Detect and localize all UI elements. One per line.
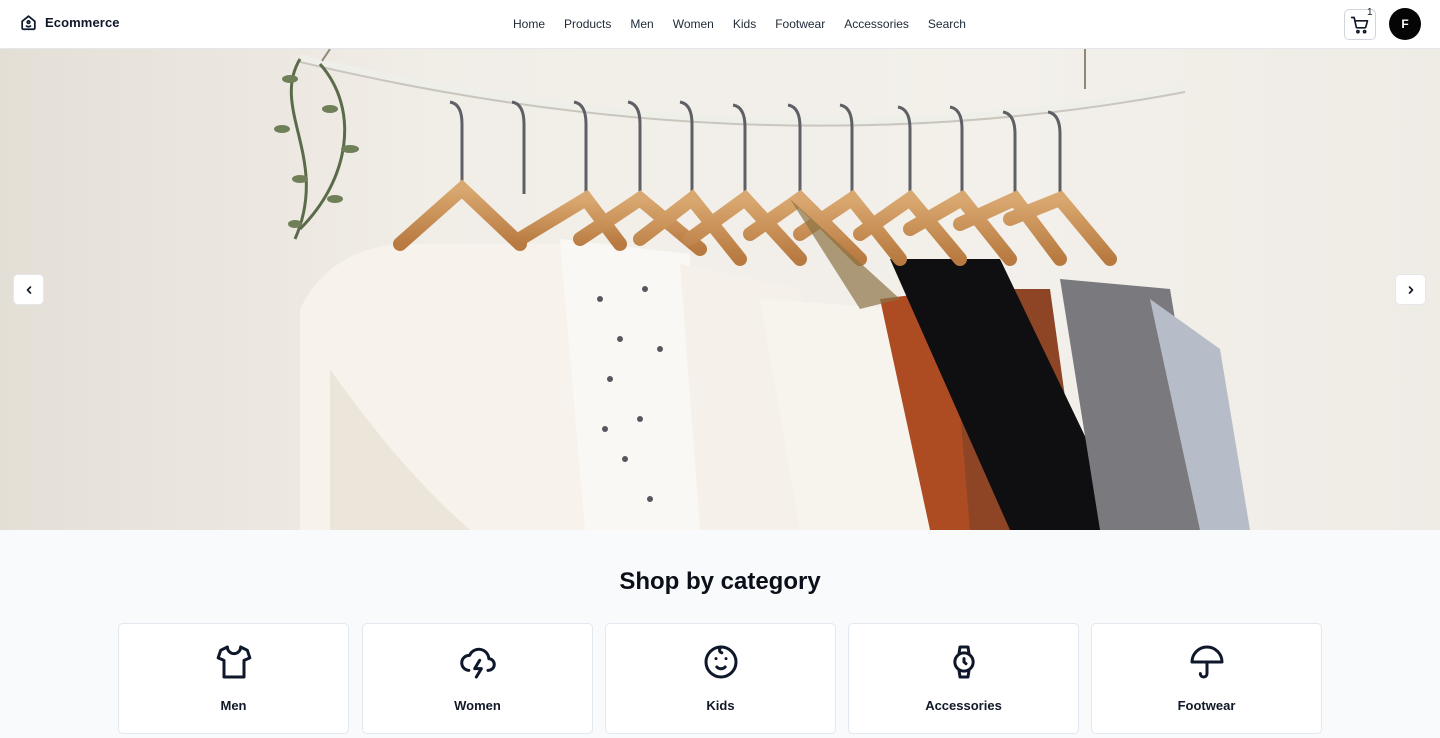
top-navbar: Ecommerce Home Products Men Women Kids F… <box>0 0 1440 49</box>
section-title-categories: Shop by category <box>619 568 821 595</box>
category-card-footwear[interactable]: Footwear <box>1091 623 1322 734</box>
shirt-icon <box>216 645 251 679</box>
category-card-accessories[interactable]: Accessories <box>848 623 1079 734</box>
watch-icon <box>952 645 975 679</box>
nav-item-home[interactable]: Home <box>513 17 545 31</box>
nav-item-search[interactable]: Search <box>928 17 966 31</box>
nav-item-footwear[interactable]: Footwear <box>775 17 825 31</box>
category-label: Women <box>454 698 501 713</box>
nav-item-products[interactable]: Products <box>564 17 611 31</box>
category-label: Footwear <box>1177 698 1236 713</box>
category-label: Accessories <box>925 698 1002 713</box>
carousel-prev-button[interactable] <box>13 274 44 305</box>
chevron-left-icon <box>26 285 31 294</box>
brand-logo-link[interactable]: Ecommerce <box>19 13 120 32</box>
nav-item-men[interactable]: Men <box>630 17 653 31</box>
baby-face-icon <box>704 645 737 679</box>
category-label: Kids <box>706 698 735 713</box>
chevron-right-icon <box>1408 285 1413 294</box>
nav-item-women[interactable]: Women <box>673 17 714 31</box>
category-label: Men <box>220 698 247 713</box>
cart-count-badge: 1 <box>1367 7 1373 18</box>
hero-image <box>0 49 1440 530</box>
carousel-next-button[interactable] <box>1395 274 1426 305</box>
nav-item-accessories[interactable]: Accessories <box>844 17 909 31</box>
category-card-men[interactable]: Men <box>118 623 349 734</box>
main-nav: Home Products Men Women Kids Footwear Ac… <box>513 17 985 31</box>
category-card-women[interactable]: Women <box>362 623 593 734</box>
hero-carousel <box>0 49 1440 530</box>
nav-item-kids[interactable]: Kids <box>733 17 756 31</box>
home-icon <box>21 15 36 31</box>
category-card-kids[interactable]: Kids <box>605 623 836 734</box>
user-avatar[interactable]: F <box>1389 8 1421 40</box>
brand-name: Ecommerce <box>45 15 120 30</box>
umbrella-icon <box>1190 645 1223 679</box>
cloud-lightning-icon <box>459 647 496 679</box>
